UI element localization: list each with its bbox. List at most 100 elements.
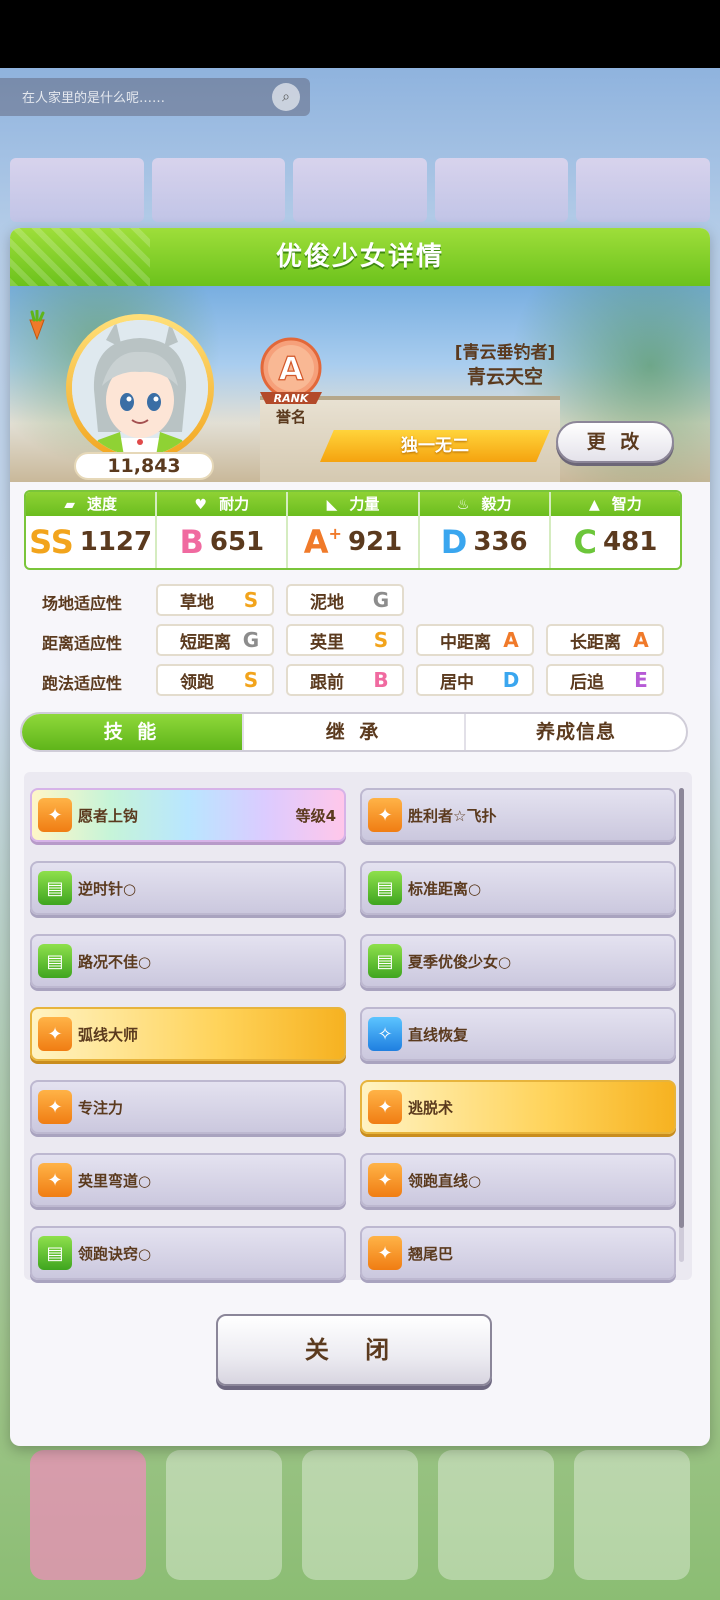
apt-grade: S	[243, 668, 259, 692]
apt-grade: D	[502, 668, 520, 692]
tab-training-info[interactable]: 养成信息	[466, 714, 686, 750]
skill-list: ✦ 愿者上钩 等级4 ✦ 胜利者☆飞扑 ▤ 逆时针○ ▤ 标准距离○ ▤ 路况不佳○ ▤ 夏季优俊少女○…	[24, 772, 692, 1280]
stat-value: 336	[473, 527, 528, 557]
stat-label: 力量	[349, 495, 380, 513]
style-aptitude-row: 跑法适应性 领跑 S 跟前 B 居中 D 后追 E	[24, 664, 684, 696]
skill-card[interactable]: ▤ 夏季优俊少女○	[360, 934, 676, 988]
skill-icon: ✦	[368, 798, 402, 832]
avatar-frame[interactable]	[66, 314, 214, 462]
background-card	[434, 158, 569, 222]
skill-card[interactable]: ▤ 逆时针○	[30, 861, 346, 915]
apt-turf: 草地 S	[156, 584, 274, 616]
apt-dirt: 泥地 G	[286, 584, 404, 616]
skill-icon: ✦	[38, 1090, 72, 1124]
apt-row-label: 距离适应性	[42, 634, 123, 653]
apt-medium: 中距离 A	[416, 624, 534, 656]
rank-badge-icon: A RANK	[260, 337, 322, 405]
stat-label: 速度	[86, 495, 117, 513]
apt-mile: 英里 S	[286, 624, 404, 656]
apt-grade: A	[633, 628, 649, 652]
skill-list-scrollbar[interactable]	[679, 788, 684, 1262]
skill-card[interactable]: ✦ 逃脱术	[360, 1080, 676, 1134]
tab-skills[interactable]: 技 能	[22, 714, 244, 750]
skill-name: 路况不佳○	[78, 952, 152, 971]
rank-letter: A	[279, 350, 304, 388]
skill-card[interactable]: ✦ 领跑直线○	[360, 1153, 676, 1207]
heart-icon: ♥	[194, 497, 208, 513]
skill-card[interactable]: ✦ 愿者上钩 等级4	[30, 788, 346, 842]
skill-card[interactable]: ✦ 专注力	[30, 1080, 346, 1134]
skill-card[interactable]: ✧ 直线恢复	[360, 1007, 676, 1061]
background-dock-item	[574, 1450, 690, 1580]
tab-inheritance[interactable]: 继 承	[244, 714, 466, 750]
skill-icon: ✦	[368, 1236, 402, 1270]
flame-icon: ♨	[456, 497, 470, 513]
skill-name: 逃脱术	[408, 1098, 454, 1117]
skill-name: 英里弯道○	[78, 1171, 152, 1190]
skill-icon: ▤	[38, 1236, 72, 1270]
skill-name: 直线恢复	[408, 1025, 469, 1044]
background-dock-item	[438, 1450, 554, 1580]
shoe-icon: ▰	[64, 497, 75, 513]
apt-front: 领跑 S	[156, 664, 274, 696]
background-dock-item	[166, 1450, 282, 1580]
skill-name: 胜利者☆飞扑	[408, 806, 497, 825]
skill-card[interactable]: ▤ 领跑诀窍○	[30, 1226, 346, 1280]
stat-value: 481	[603, 527, 658, 557]
apt-row-label: 跑法适应性	[42, 674, 123, 693]
character-portrait	[72, 320, 208, 456]
background-card	[293, 158, 427, 222]
unique-title-bar: 独一无二	[320, 430, 550, 462]
stat-value: 1127	[79, 527, 153, 557]
apt-pace: 跟前 B	[286, 664, 404, 696]
skill-name: 弧线大师	[78, 1025, 139, 1044]
skill-name: 逆时针○	[78, 879, 137, 898]
skill-name: 翘尾巴	[408, 1244, 454, 1263]
skill-name: 夏季优俊少女○	[408, 952, 512, 971]
stat-wit: ▲ 智力 C 481	[550, 492, 680, 568]
skill-card[interactable]: ▤ 路况不佳○	[30, 934, 346, 988]
detail-tabs: 技 能 继 承 养成信息	[20, 712, 688, 752]
stat-guts: ♨ 毅力 D 336	[419, 492, 551, 568]
apt-name: 长距离	[570, 632, 621, 653]
stat-grade: C	[573, 523, 598, 561]
apt-grade: B	[373, 668, 389, 692]
skill-name: 标准距离○	[408, 879, 482, 898]
apt-late: 居中 D	[416, 664, 534, 696]
background-search-text: 在人家里的是什么呢……	[22, 91, 166, 106]
skill-card[interactable]: ✦ 英里弯道○	[30, 1153, 346, 1207]
skill-icon: ▤	[368, 871, 402, 905]
apt-grade: E	[634, 668, 648, 692]
skill-card[interactable]: ✦ 翘尾巴	[360, 1226, 676, 1280]
dialog-header: 优俊少女详情	[10, 228, 710, 286]
stat-power: ◣ 力量 A+ 921	[288, 492, 420, 568]
character-detail-dialog: 优俊少女详情 11,843 A RANK 誉名 [青云垂钓者] 青云天空 独一无…	[10, 228, 710, 1446]
skill-icon: ✧	[368, 1017, 402, 1051]
stats-panel: ▰ 速度 SS 1127 ♥ 耐力 B 651 ◣ 力量 A+ 921 ♨ 毅力 D 336 ▲…	[24, 490, 682, 570]
skill-icon: ▤	[38, 944, 72, 978]
stat-grade-letter: A	[303, 523, 329, 561]
skill-card[interactable]: ✦ 胜利者☆飞扑	[360, 788, 676, 842]
carrot-icon	[29, 310, 45, 340]
skill-card[interactable]: ▤ 标准距离○	[360, 861, 676, 915]
background-dock-item	[302, 1450, 418, 1580]
stat-value: 651	[209, 527, 265, 557]
apt-name: 泥地	[310, 592, 344, 613]
skill-icon: ✦	[38, 798, 72, 832]
stat-label: 智力	[611, 495, 642, 513]
apt-grade: G	[242, 628, 260, 652]
status-bar	[0, 0, 720, 68]
stat-label: 耐力	[219, 495, 250, 513]
change-button[interactable]: 更 改	[556, 421, 674, 463]
skill-card[interactable]: ✦ 弧线大师	[30, 1007, 346, 1061]
scrollbar-thumb[interactable]	[679, 788, 684, 1228]
background-dock-item	[30, 1450, 146, 1580]
close-button[interactable]: 关 闭	[216, 1314, 492, 1386]
background-card	[576, 158, 710, 222]
stat-grade: B	[179, 523, 204, 561]
background-dock	[0, 1430, 720, 1600]
apt-name: 草地	[180, 592, 214, 613]
skill-name: 专注力	[78, 1098, 124, 1117]
skill-name: 领跑直线○	[408, 1171, 482, 1190]
skill-icon: ✦	[38, 1017, 72, 1051]
